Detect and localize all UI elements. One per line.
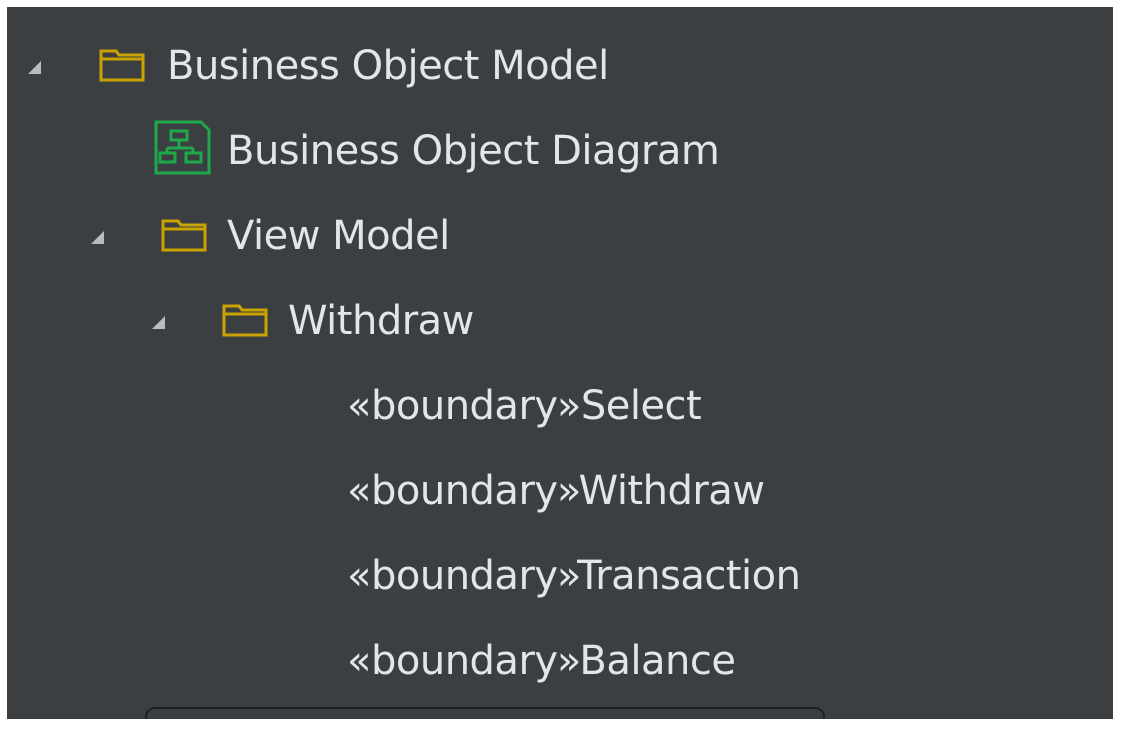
tree-node-business-object-model[interactable]: Business Object Model (7, 29, 707, 103)
tree-node-withdraw-folder[interactable]: Withdraw (7, 284, 527, 358)
tree-node-boundary-select[interactable]: «boundary»Select (7, 369, 867, 443)
tree-node-label: Business Object Diagram (227, 128, 720, 174)
folder-icon (161, 219, 207, 252)
tree-node-label: «boundary»Transaction (347, 553, 801, 599)
tree-node-view-model[interactable]: View Model (7, 199, 527, 273)
tree-node-business-object-diagram[interactable]: Business Object Diagram (7, 114, 767, 188)
bottom-panel-edge (145, 707, 825, 719)
tree-node-label: «boundary»Balance (347, 638, 736, 684)
folder-icon (222, 304, 268, 337)
diagram-icon (154, 120, 211, 175)
model-explorer-tree: Business Object Model Business Object Di… (7, 7, 1113, 719)
tree-node-boundary-transaction[interactable]: «boundary»Transaction (7, 539, 907, 613)
expand-arrow-icon[interactable] (152, 316, 165, 329)
folder-icon (99, 49, 145, 82)
expand-arrow-icon[interactable] (91, 231, 104, 244)
tree-node-label: Business Object Model (167, 43, 609, 89)
tree-node-label: Withdraw (288, 298, 474, 344)
tree-node-label: View Model (227, 213, 450, 259)
tree-node-boundary-balance[interactable]: «boundary»Balance (7, 624, 867, 698)
tree-node-label: «boundary»Withdraw (347, 468, 765, 514)
tree-node-boundary-withdraw[interactable]: «boundary»Withdraw (7, 454, 867, 528)
expand-arrow-icon[interactable] (28, 61, 41, 74)
tree-node-label: «boundary»Select (347, 383, 702, 429)
